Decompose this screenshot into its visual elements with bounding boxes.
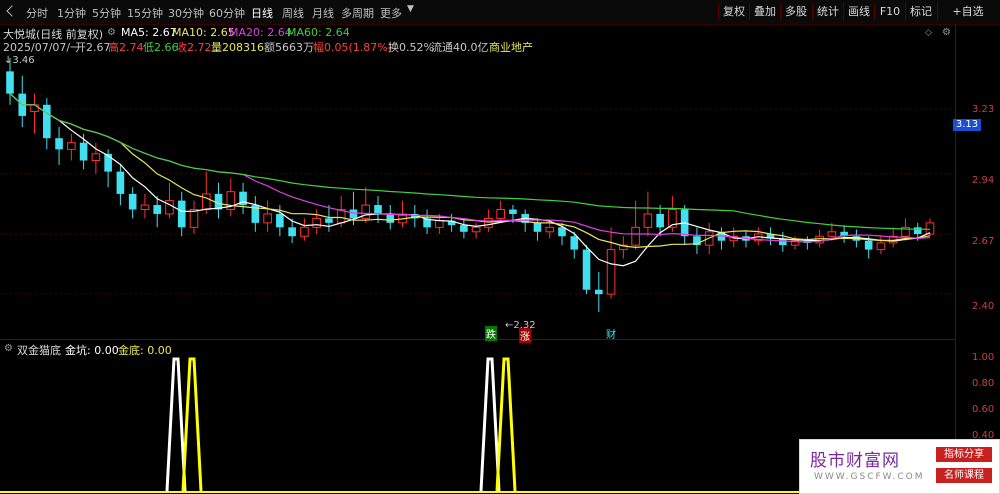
candle-body[interactable] <box>496 209 505 219</box>
candle-body[interactable] <box>6 71 14 94</box>
watermark-title: 股市财富网 <box>810 451 900 471</box>
high-value: 3.46 <box>12 55 35 66</box>
price-label-2.94: 2.94 <box>972 175 995 186</box>
jindi-signal <box>181 357 203 492</box>
candle-body[interactable] <box>582 249 591 290</box>
ind-label-1.00: 1.00 <box>972 352 995 363</box>
candle-body[interactable] <box>876 242 886 251</box>
candle-body[interactable] <box>116 171 125 194</box>
candlestick-chart[interactable] <box>0 0 955 339</box>
candle-body[interactable] <box>545 226 555 233</box>
jinkeng-signal <box>479 357 501 492</box>
candle-body[interactable] <box>349 209 358 219</box>
candle-body[interactable] <box>276 213 284 228</box>
candle-body[interactable] <box>42 104 51 139</box>
candle-body[interactable] <box>864 240 873 250</box>
candle-body[interactable] <box>201 193 211 211</box>
candle-body[interactable] <box>165 200 174 215</box>
candle-body[interactable] <box>288 227 296 237</box>
ind-label-0.60: 0.60 <box>972 404 995 415</box>
candle-body[interactable] <box>435 220 444 228</box>
candle-body[interactable] <box>509 209 517 214</box>
jindi-signal <box>495 357 517 492</box>
candle-body[interactable] <box>263 213 272 224</box>
candle-body[interactable] <box>533 222 542 232</box>
candle-body[interactable] <box>189 209 199 228</box>
candle-body[interactable] <box>67 142 76 150</box>
ma10-line <box>9 93 931 249</box>
candle-body[interactable] <box>913 227 922 235</box>
candle-body[interactable] <box>558 227 566 237</box>
candle-body[interactable] <box>570 236 579 250</box>
candle-body[interactable] <box>104 153 112 172</box>
watermark-url: WWW.GSCFW.COM <box>814 472 925 482</box>
candle-body[interactable] <box>91 153 101 161</box>
price-axis-line <box>955 24 956 494</box>
watermark-badge-course: 名师课程 <box>936 468 992 483</box>
candle-body[interactable] <box>300 226 309 237</box>
candle-body[interactable] <box>30 104 39 112</box>
candle-body[interactable] <box>484 217 493 228</box>
watermark-badge-share: 指标分享 <box>936 447 992 462</box>
candle-body[interactable] <box>471 226 481 233</box>
candle-body[interactable] <box>594 289 603 295</box>
candle-body[interactable] <box>312 217 321 228</box>
candle-body[interactable] <box>177 200 186 228</box>
candle-body[interactable] <box>153 205 162 214</box>
candle-body[interactable] <box>656 213 664 228</box>
candle-body[interactable] <box>128 193 137 210</box>
jinkeng-signal <box>165 357 187 492</box>
candle-body[interactable] <box>140 204 150 211</box>
price-label-2.40: 2.40 <box>972 301 995 312</box>
candle-body[interactable] <box>631 226 640 246</box>
candle-body[interactable] <box>325 218 333 223</box>
current-price-badge: 3.13 <box>953 119 981 131</box>
candle-body[interactable] <box>827 231 837 237</box>
candle-body[interactable] <box>55 138 63 150</box>
candle-body[interactable] <box>460 225 468 232</box>
price-label-3.23: 3.23 <box>972 104 995 115</box>
ma5-line <box>9 93 931 267</box>
candle-body[interactable] <box>643 213 653 228</box>
watermark-logo: 股市财富网 WWW.GSCFW.COM 指标分享 名师课程 <box>799 439 1000 494</box>
price-label-2.67: 2.67 <box>972 236 995 247</box>
candle-body[interactable] <box>79 142 88 161</box>
candle-body[interactable] <box>386 213 395 223</box>
candle-body[interactable] <box>606 249 616 295</box>
candle-body[interactable] <box>925 222 935 235</box>
candle-body[interactable] <box>374 205 382 214</box>
ma20-line <box>9 93 931 243</box>
high-marker: ↓3.46 <box>4 55 35 66</box>
ind-label-0.80: 0.80 <box>972 378 995 389</box>
